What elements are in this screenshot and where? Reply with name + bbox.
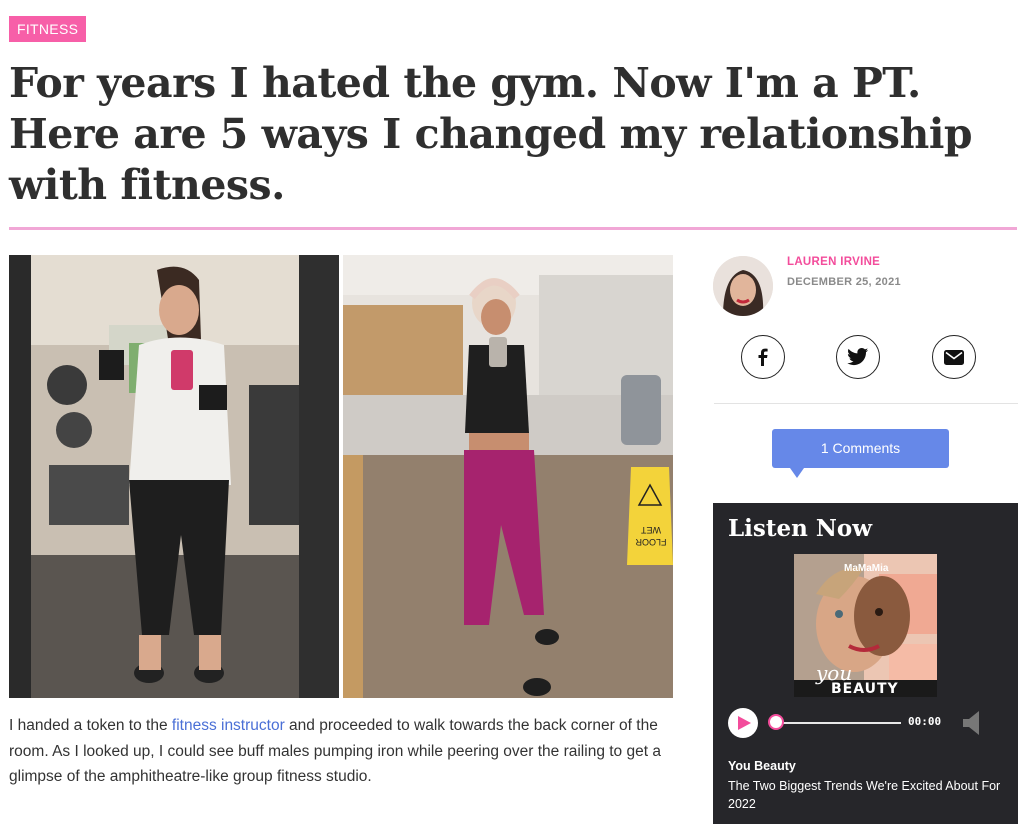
hero-image: WET FLOOR (9, 255, 673, 698)
play-button[interactable] (728, 708, 758, 738)
listen-now-heading: Listen Now (728, 515, 873, 542)
sidebar-divider (714, 403, 1018, 404)
comments-button[interactable]: 1 Comments (772, 429, 949, 468)
volume-button[interactable] (963, 711, 981, 740)
wet-sign-line2: FLOOR (635, 537, 667, 547)
twitter-icon (847, 348, 869, 366)
fitness-instructor-link[interactable]: fitness instructor (172, 717, 285, 734)
facebook-icon (758, 348, 768, 366)
comments-bubble-tail (790, 468, 804, 478)
speaker-icon (963, 711, 979, 735)
share-twitter-button[interactable] (836, 335, 880, 379)
author-avatar[interactable] (713, 256, 773, 316)
share-email-button[interactable] (932, 335, 976, 379)
paragraph-text-start: I handed a token to the (9, 717, 172, 734)
play-icon (738, 716, 751, 730)
cover-brand-text: MaMaMia (844, 563, 889, 574)
listen-now-panel: Listen Now MaMaMia you BEAUTY 00:00 You … (713, 503, 1018, 824)
email-icon (944, 349, 964, 365)
article-paragraph: I handed a token to the fitness instruct… (9, 713, 679, 790)
cover-title-text: BEAUTY (831, 681, 899, 697)
share-facebook-button[interactable] (741, 335, 785, 379)
time-readout: 00:00 (908, 715, 942, 728)
author-name[interactable]: LAUREN IRVINE (787, 256, 880, 268)
progress-track[interactable] (775, 722, 901, 724)
category-tag[interactable]: FITNESS (9, 16, 87, 42)
wet-sign-line1: WET (641, 525, 661, 535)
audio-player: 00:00 (728, 708, 1008, 738)
progress-knob[interactable] (768, 714, 784, 730)
episode-title[interactable]: The Two Biggest Trends We're Excited Abo… (728, 777, 1013, 813)
publish-date: DECEMBER 25, 2021 (787, 276, 901, 288)
title-divider (9, 227, 1017, 230)
podcast-cover[interactable]: MaMaMia you BEAUTY (794, 554, 937, 697)
episode-show-name: You Beauty (728, 759, 796, 773)
article-title: For years I hated the gym. Now I'm a PT.… (9, 59, 973, 209)
